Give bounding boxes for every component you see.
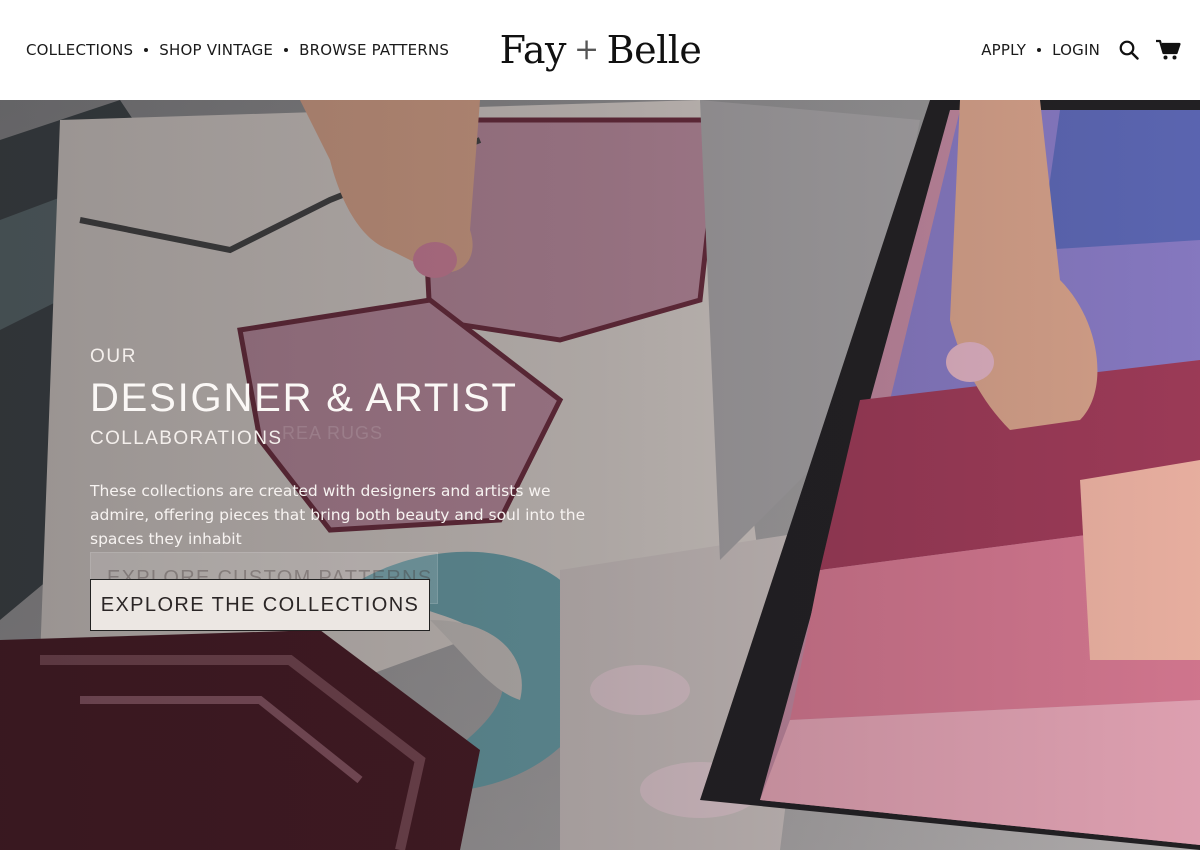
nav-collections[interactable]: COLLECTIONS (26, 39, 133, 61)
logo-plus: + (574, 32, 599, 67)
hero-banner: REA RUGS OUR DESIGNER & ARTIST COLLABORA… (0, 100, 1200, 850)
nav-browse-patterns[interactable]: BROWSE PATTERNS (299, 39, 449, 61)
account-nav: APPLY LOGIN (981, 36, 1182, 64)
hero-copy: OUR DESIGNER & ARTIST COLLABORATIONS The… (90, 346, 610, 551)
nav-login[interactable]: LOGIN (1052, 39, 1100, 61)
nav-separator (284, 48, 289, 52)
nav-separator (1037, 48, 1042, 52)
hero-description: These collections are created with desig… (90, 482, 586, 548)
primary-nav: COLLECTIONS SHOP VINTAGE BROWSE PATTERNS (26, 39, 449, 61)
nav-apply[interactable]: APPLY (981, 39, 1026, 61)
logo-word-fay: Fay (499, 28, 567, 72)
hero-headline: DESIGNER & ARTIST (90, 376, 518, 420)
cart-icon[interactable] (1154, 36, 1182, 64)
site-header: COLLECTIONS SHOP VINTAGE BROWSE PATTERNS… (0, 0, 1200, 100)
hero-eyebrow: OUR (90, 346, 138, 367)
logo-word-belle: Belle (606, 28, 702, 72)
nav-separator (144, 48, 149, 52)
search-icon[interactable] (1118, 36, 1140, 64)
brand-logo[interactable]: Fay + Belle (500, 24, 702, 76)
nav-shop-vintage[interactable]: SHOP VINTAGE (159, 39, 273, 61)
explore-collections-button[interactable]: EXPLORE THE COLLECTIONS (90, 579, 430, 631)
hero-subline: COLLABORATIONS (90, 428, 283, 449)
